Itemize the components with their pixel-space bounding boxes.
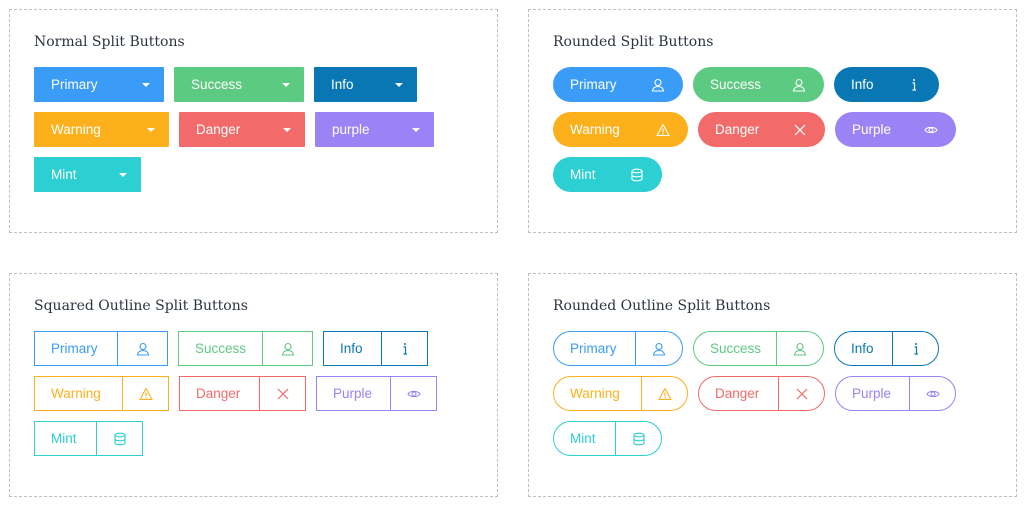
button-label: Warning [35,377,123,410]
button-label: Mint [35,422,97,455]
button-label: Purple [836,377,910,410]
danger-rounded-split-button[interactable]: Danger [698,112,825,147]
purple-outline-split-button[interactable]: Purple [316,376,437,411]
danger-rounded-outline-split-button[interactable]: Danger [698,376,825,411]
primary-rounded-split-button[interactable]: Primary [553,67,683,102]
button-label: Danger [196,122,241,137]
button-label: Purple [317,377,391,410]
button-label: Primary [570,77,617,92]
button-label: Info [835,332,893,365]
close-icon[interactable] [793,112,807,147]
mint-rounded-outline-split-button[interactable]: Mint [553,421,662,456]
button-label: Primary [51,77,98,92]
button-label: Info [851,77,874,92]
button-label: Primary [35,332,118,365]
primary-outline-split-button[interactable]: Primary [34,331,168,366]
info-outline-split-button[interactable]: Info [323,331,428,366]
purple-split-button[interactable]: purple [315,112,434,147]
caret-down-icon[interactable] [412,127,420,132]
database-icon[interactable] [630,157,644,192]
button-label: purple [332,122,370,137]
panel-title: Squared Outline Split Buttons [34,298,248,314]
rounded-outline-split-buttons-panel: Rounded Outline Split Buttons Primary Su… [528,273,1017,497]
squared-outline-split-buttons-panel: Squared Outline Split Buttons Primary Su… [9,273,498,497]
eye-icon[interactable] [910,377,955,410]
success-rounded-outline-split-button[interactable]: Success [693,331,824,366]
caret-down-icon[interactable] [395,82,403,87]
caret-down-icon[interactable] [282,82,290,87]
purple-rounded-outline-split-button[interactable]: Purple [835,376,956,411]
button-label: Danger [715,122,760,137]
button-label: Danger [180,377,260,410]
button-label: Success [191,77,243,92]
purple-rounded-split-button[interactable]: Purple [835,112,956,147]
user-icon[interactable] [118,332,167,365]
button-label: Mint [554,422,616,455]
warning-icon[interactable] [123,377,168,410]
button-label: Warning [570,122,620,137]
warning-rounded-outline-split-button[interactable]: Warning [553,376,688,411]
success-rounded-split-button[interactable]: Success [693,67,824,102]
user-icon[interactable] [777,332,823,365]
button-label: Success [694,332,777,365]
info-rounded-split-button[interactable]: Info [834,67,939,102]
primary-split-button[interactable]: Primary [34,67,164,102]
warning-rounded-split-button[interactable]: Warning [553,112,688,147]
danger-outline-split-button[interactable]: Danger [179,376,306,411]
user-icon[interactable] [636,332,682,365]
mint-rounded-split-button[interactable]: Mint [553,157,662,192]
button-label: Danger [699,377,779,410]
button-label: Info [331,77,354,92]
caret-down-icon[interactable] [147,127,155,132]
user-icon[interactable] [792,67,806,102]
success-outline-split-button[interactable]: Success [178,331,313,366]
close-icon[interactable] [779,377,824,410]
rounded-split-buttons-panel: Rounded Split Buttons Primary Success In… [528,9,1017,233]
user-icon[interactable] [651,67,665,102]
button-label: Success [710,77,762,92]
user-icon[interactable] [263,332,312,365]
mint-split-button[interactable]: Mint [34,157,141,192]
info-icon[interactable] [893,332,938,365]
eye-icon[interactable] [391,377,436,410]
button-label: Mint [570,167,596,182]
button-label: Mint [51,167,77,182]
normal-split-buttons-panel: Normal Split Buttons Primary Success Inf… [9,9,498,233]
button-label: Warning [554,377,642,410]
success-split-button[interactable]: Success [174,67,304,102]
info-icon[interactable] [907,67,921,102]
button-label: Warning [51,122,101,137]
warning-icon[interactable] [656,112,670,147]
caret-down-icon[interactable] [283,127,291,132]
info-rounded-outline-split-button[interactable]: Info [834,331,939,366]
info-icon[interactable] [382,332,427,365]
caret-down-icon[interactable] [119,172,127,177]
caret-down-icon[interactable] [142,82,150,87]
button-label: Success [179,332,263,365]
warning-split-button[interactable]: Warning [34,112,169,147]
eye-icon[interactable] [924,112,938,147]
warning-outline-split-button[interactable]: Warning [34,376,169,411]
panel-title: Rounded Outline Split Buttons [553,298,771,314]
button-label: Info [324,332,382,365]
close-icon[interactable] [260,377,305,410]
danger-split-button[interactable]: Danger [179,112,305,147]
button-label: Purple [852,122,892,137]
primary-rounded-outline-split-button[interactable]: Primary [553,331,683,366]
panel-title: Rounded Split Buttons [553,34,714,50]
warning-icon[interactable] [642,377,687,410]
info-split-button[interactable]: Info [314,67,417,102]
database-icon[interactable] [616,422,661,455]
mint-outline-split-button[interactable]: Mint [34,421,143,456]
panel-title: Normal Split Buttons [34,34,185,50]
button-label: Primary [554,332,636,365]
database-icon[interactable] [97,422,142,455]
